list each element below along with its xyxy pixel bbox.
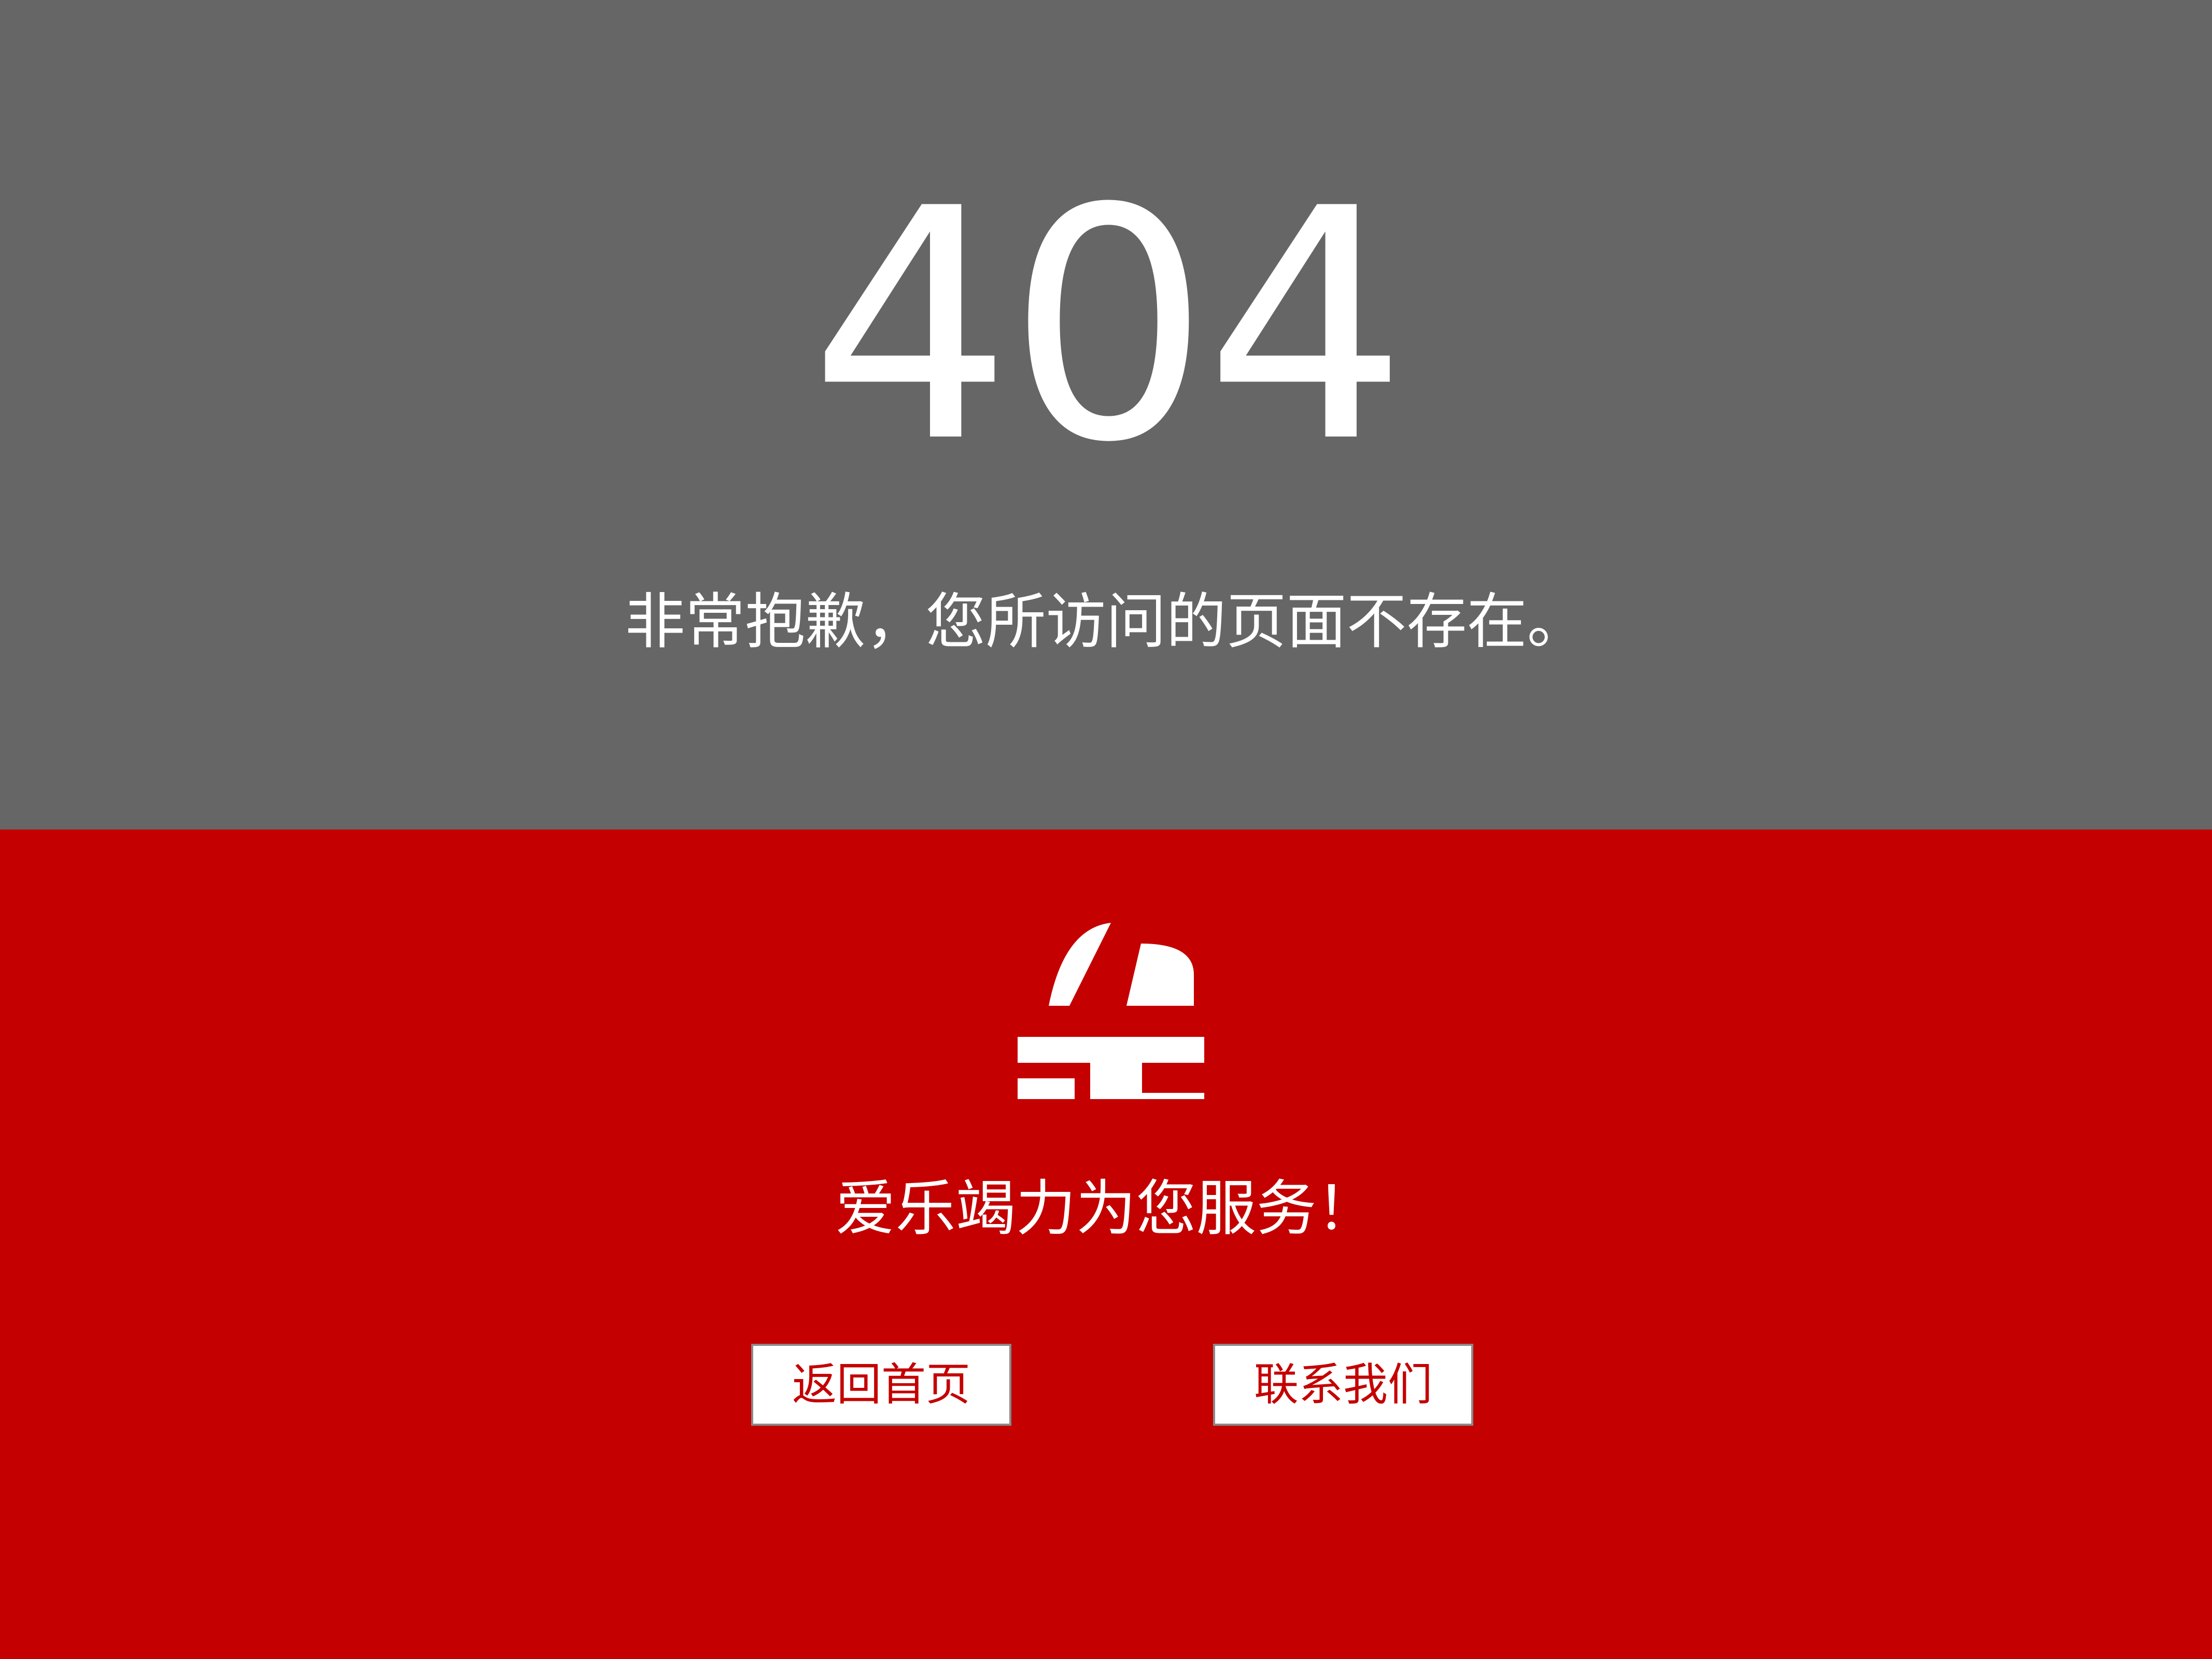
back-home-button[interactable]: 返回首页 bbox=[751, 1344, 1011, 1426]
error-message: 非常抱歉，您所访问的页面不存在。 bbox=[625, 587, 1587, 657]
error-page: 404 非常抱歉，您所访问的页面不存在。 爱乐竭力为您服务！ 返回首页 联系我们 bbox=[0, 0, 2212, 1659]
service-slogan: 爱乐竭力为您服务！ bbox=[835, 1174, 1377, 1244]
contact-us-button[interactable]: 联系我们 bbox=[1213, 1344, 1473, 1426]
error-code: 404 bbox=[809, 141, 1408, 512]
aile-logo-icon bbox=[1012, 912, 1210, 1103]
error-header-panel: 404 非常抱歉，您所访问的页面不存在。 bbox=[0, 0, 2212, 830]
